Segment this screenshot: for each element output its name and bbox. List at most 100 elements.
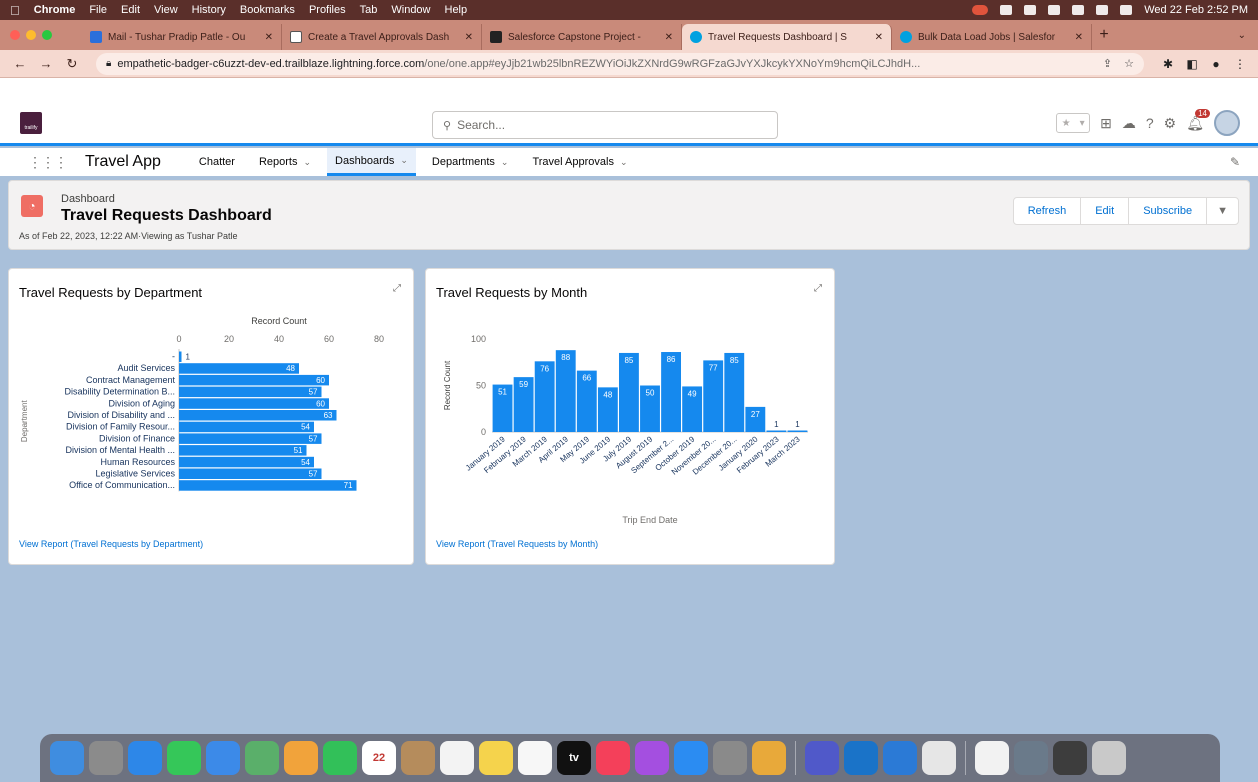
chevron-down-icon[interactable]: ⌄ — [501, 157, 509, 168]
extensions-puzzle-icon[interactable]: ✱ — [1160, 56, 1176, 72]
battery-icon[interactable] — [1048, 5, 1061, 15]
menu-app-name[interactable]: Chrome — [34, 4, 76, 16]
expand-icon[interactable]: ⤢ — [393, 283, 401, 294]
system-settings-dock-icon[interactable] — [713, 741, 747, 775]
close-window-icon[interactable] — [10, 30, 20, 40]
browser-tab[interactable]: Create a Travel Approvals Dash ✕ — [282, 24, 482, 50]
chrome-dock-icon[interactable] — [752, 741, 786, 775]
edit-button[interactable]: Edit — [1081, 198, 1130, 224]
forward-arrow-icon[interactable]: → — [36, 56, 56, 71]
nav-item-reports[interactable]: Reports ⌄ — [251, 148, 319, 176]
favorites-button[interactable]: ★ ▾ — [1056, 113, 1091, 133]
freeform-dock-icon[interactable] — [518, 741, 552, 775]
notifications-bell-icon[interactable]: 🔔︎ 14 — [1186, 108, 1210, 132]
outlook-dock-icon[interactable] — [844, 741, 878, 775]
nav-item-chatter[interactable]: Chatter — [191, 148, 243, 176]
phone-icon[interactable] — [1000, 5, 1013, 15]
chevron-down-icon[interactable]: ⌄ — [304, 157, 312, 168]
new-tab-plus-icon[interactable]: + — [1092, 26, 1116, 44]
lock-icon[interactable]: 🔒︎ — [106, 58, 111, 69]
favorites-star-icon[interactable]: ★ — [1062, 118, 1071, 129]
close-tab-icon[interactable]: ✕ — [265, 32, 273, 43]
control-center-icon[interactable] — [1120, 5, 1133, 15]
calendar-dock-icon[interactable]: 22 — [362, 741, 396, 775]
bookmark-star-icon[interactable]: ☆ — [1124, 57, 1134, 70]
view-report-link[interactable]: View Report (Travel Requests by Departme… — [19, 539, 203, 549]
address-bar[interactable]: 🔒︎ empathetic-badger-c6uzzt-dev-ed.trail… — [96, 52, 1144, 75]
finder-dock-icon[interactable] — [50, 741, 84, 775]
tv-dock-icon[interactable]: tv — [557, 741, 591, 775]
app-launcher-icon[interactable]: ⋮⋮⋮ — [28, 154, 68, 171]
facetime-dock-icon[interactable] — [323, 741, 357, 775]
close-tab-icon[interactable]: ✕ — [875, 32, 883, 43]
music-dock-icon[interactable] — [596, 741, 630, 775]
menu-window[interactable]: Window — [391, 4, 430, 16]
nav-item-departments[interactable]: Departments ⌄ — [424, 148, 517, 176]
mail-dock-icon[interactable] — [206, 741, 240, 775]
org-logo[interactable]: trailify — [20, 112, 42, 134]
share-icon[interactable]: ⇪ — [1103, 57, 1112, 70]
tab-search-chevron-icon[interactable]: ⌄ — [1238, 30, 1246, 41]
view-report-link[interactable]: View Report (Travel Requests by Month) — [436, 539, 598, 549]
browser-tab[interactable]: Salesforce Capstone Project - ✕ — [482, 24, 682, 50]
reload-icon[interactable]: ↻ — [62, 56, 82, 72]
vscode-dock-icon[interactable] — [883, 741, 917, 775]
browser-tab[interactable]: Bulk Data Load Jobs | Salesfor ✕ — [892, 24, 1092, 50]
menu-bookmarks[interactable]: Bookmarks — [240, 4, 295, 16]
bluetooth-icon[interactable] — [1024, 5, 1037, 15]
wifi-icon[interactable] — [1072, 5, 1085, 15]
global-search-input[interactable]: ⚲ Search... — [432, 111, 778, 139]
global-actions-plus-icon[interactable]: ⊞ — [1100, 115, 1112, 132]
menu-profiles[interactable]: Profiles — [309, 4, 346, 16]
menu-history[interactable]: History — [192, 4, 226, 16]
zoom-window-icon[interactable] — [42, 30, 52, 40]
messages-dock-icon[interactable] — [167, 741, 201, 775]
browser-tab[interactable]: Mail - Tushar Pradip Patle - Ou ✕ — [82, 24, 282, 50]
downloads-dock-icon[interactable] — [1014, 741, 1048, 775]
launchpad-dock-icon[interactable] — [89, 741, 123, 775]
menu-edit[interactable]: Edit — [121, 4, 140, 16]
expand-icon[interactable]: ⤢ — [814, 283, 822, 294]
browser-tab-active[interactable]: Travel Requests Dashboard | S ✕ — [682, 24, 892, 50]
profile-avatar-icon[interactable]: ● — [1208, 56, 1224, 72]
trailhead-icon[interactable]: ☁ — [1122, 115, 1136, 132]
more-menu-icon[interactable]: ⋮ — [1232, 56, 1248, 72]
subscribe-button[interactable]: Subscribe — [1129, 198, 1208, 224]
menu-tab[interactable]: Tab — [360, 4, 378, 16]
safari-dock-icon[interactable] — [128, 741, 162, 775]
podcasts-dock-icon[interactable] — [635, 741, 669, 775]
menu-help[interactable]: Help — [445, 4, 468, 16]
refresh-button[interactable]: Refresh — [1014, 198, 1082, 224]
menu-view[interactable]: View — [154, 4, 178, 16]
menu-clock[interactable]: Wed 22 Feb 2:52 PM — [1144, 4, 1248, 16]
close-tab-icon[interactable]: ✕ — [465, 32, 473, 43]
menu-file[interactable]: File — [89, 4, 107, 16]
teams-dock-icon[interactable] — [805, 741, 839, 775]
reminders-dock-icon[interactable] — [440, 741, 474, 775]
apple-icon[interactable]:  — [10, 3, 20, 18]
nav-item-travel-approvals[interactable]: Travel Approvals ⌄ — [524, 148, 635, 176]
spotlight-icon[interactable] — [1096, 5, 1109, 15]
cloud-badge-icon[interactable] — [972, 5, 989, 15]
user-avatar[interactable] — [1214, 110, 1240, 136]
chevron-down-icon[interactable]: ⌄ — [400, 155, 408, 166]
photos-dock-icon[interactable] — [284, 741, 318, 775]
help-icon[interactable]: ? — [1146, 115, 1154, 131]
back-arrow-icon[interactable]: ← — [10, 56, 30, 71]
document-dock-icon[interactable] — [975, 741, 1009, 775]
minimize-window-icon[interactable] — [26, 30, 36, 40]
edit-nav-pencil-icon[interactable]: ✎ — [1230, 155, 1240, 169]
more-actions-dropdown-icon[interactable]: ▼ — [1207, 198, 1238, 224]
nav-item-dashboards[interactable]: Dashboards ⌄ — [327, 148, 416, 176]
favorites-dropdown-icon[interactable]: ▾ — [1080, 118, 1085, 129]
close-tab-icon[interactable]: ✕ — [1075, 32, 1083, 43]
app-store-dock-icon[interactable] — [674, 741, 708, 775]
setup-gear-icon[interactable]: ⚙ — [1164, 115, 1177, 132]
chevron-down-icon[interactable]: ⌄ — [620, 157, 628, 168]
trash-dock-icon[interactable] — [1092, 741, 1126, 775]
side-panel-icon[interactable]: ◧ — [1184, 56, 1200, 72]
contacts-dock-icon[interactable] — [401, 741, 435, 775]
screenshots-dock-icon[interactable] — [1053, 741, 1087, 775]
close-tab-icon[interactable]: ✕ — [665, 32, 673, 43]
maps-dock-icon[interactable] — [245, 741, 279, 775]
